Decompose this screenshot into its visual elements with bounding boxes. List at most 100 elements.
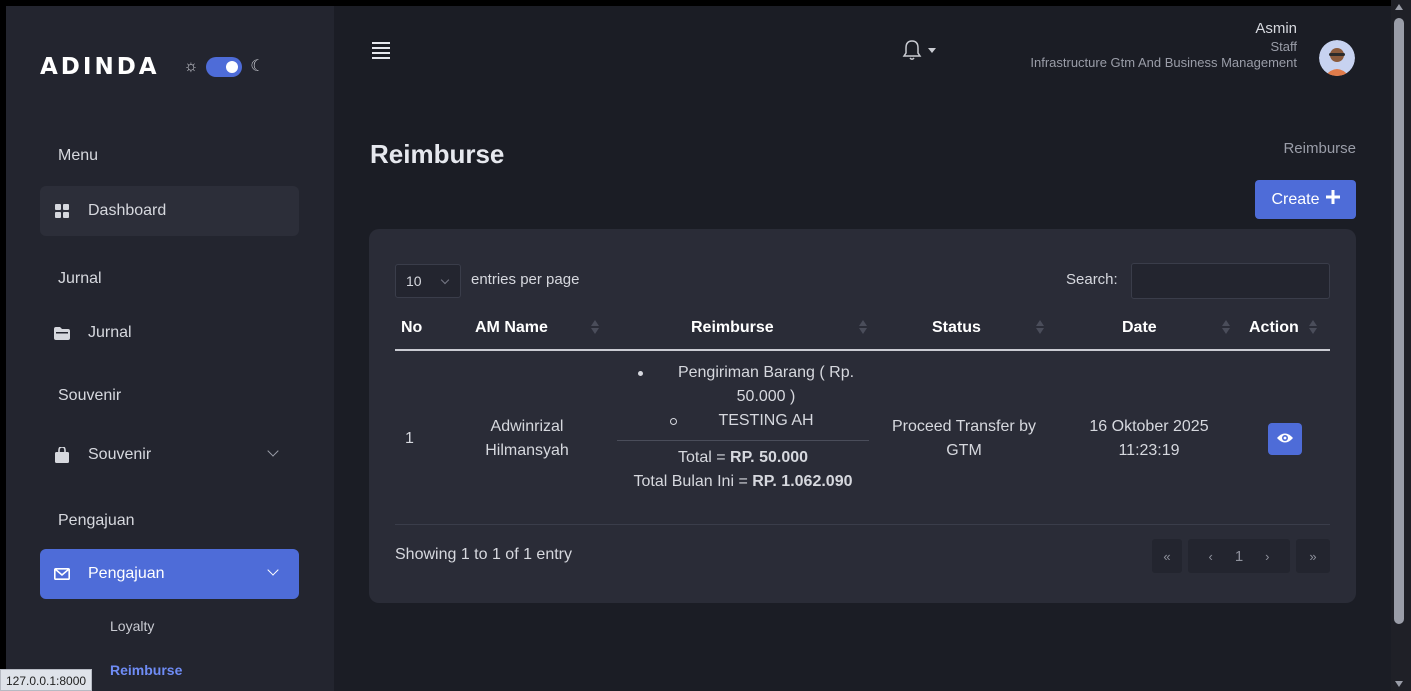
url-status-bar: 127.0.0.1:8000: [0, 669, 93, 691]
column-header-date[interactable]: Date: [1122, 319, 1157, 337]
bag-icon: [54, 447, 70, 463]
hamburger-icon[interactable]: [372, 42, 390, 62]
search-label: Search:: [1066, 271, 1118, 288]
table-bottom-divider: [395, 524, 1330, 525]
entries-value: 10: [406, 273, 422, 289]
scrollbar-thumb[interactable]: [1394, 18, 1404, 624]
sort-icon[interactable]: [1222, 319, 1230, 337]
column-header-reimburse[interactable]: Reimburse: [691, 319, 774, 337]
table-card: 10 entries per page Search: No AM Name R…: [369, 229, 1356, 603]
status-line: Proceed Transfer by: [891, 418, 1037, 435]
reimburse-month-total: Total Bulan Ini = RP. 1.062.090: [617, 470, 869, 494]
sidebar-item-label: Souvenir: [88, 446, 152, 463]
pagination-current[interactable]: 1: [1235, 548, 1243, 565]
chevron-down-icon: [440, 275, 450, 285]
sort-icon[interactable]: [1309, 319, 1317, 337]
reimburse-divider: [617, 440, 869, 441]
sort-icon[interactable]: [859, 319, 867, 337]
scroll-up-icon[interactable]: [1395, 4, 1403, 10]
moon-icon: ☾: [250, 58, 265, 75]
sun-icon: ☼: [183, 58, 199, 75]
entries-label: entries per page: [471, 271, 580, 288]
pagination-last[interactable]: »: [1296, 539, 1330, 573]
toggle-knob: [226, 61, 239, 73]
folder-icon: [54, 325, 70, 341]
envelope-icon: [54, 566, 70, 582]
cell-status: Proceed Transfer by GTM: [874, 415, 1054, 463]
reimburse-item-line: 50.000 ): [736, 388, 796, 405]
chevron-down-icon: [267, 445, 279, 457]
column-header-action[interactable]: Action: [1249, 319, 1299, 337]
pagination-group: ‹ 1 ›: [1188, 539, 1290, 573]
total-label: Total =: [677, 449, 731, 466]
reimburse-total: Total = RP. 50.000: [617, 446, 869, 470]
column-header-am-name[interactable]: AM Name: [475, 319, 548, 337]
sidebar: ADINDA ☼ ☾ Menu Dashboard Jurnal Jurnal …: [6, 6, 334, 691]
app-frame: ADINDA ☼ ☾ Menu Dashboard Jurnal Jurnal …: [6, 6, 1391, 691]
scroll-down-icon[interactable]: [1395, 681, 1403, 687]
header-divider: [395, 349, 1330, 351]
reimburse-item: Pengiriman Barang ( Rp. 50.000 ): [617, 361, 869, 409]
sort-icon[interactable]: [1036, 319, 1044, 337]
notification-menu[interactable]: [902, 39, 936, 66]
scrollbar[interactable]: [1391, 0, 1411, 691]
user-department: Infrastructure Gtm And Business Manageme…: [1030, 55, 1297, 70]
cell-am-name: Adwinrizal Hilmansyah: [457, 415, 597, 463]
create-button[interactable]: Create: [1255, 180, 1356, 219]
sort-icon[interactable]: [591, 319, 599, 337]
column-header-no[interactable]: No: [401, 319, 422, 337]
reimburse-subitem: TESTING AH: [617, 409, 869, 433]
sidebar-subitem-reimburse[interactable]: Reimburse: [110, 662, 182, 678]
user-info[interactable]: Asmin Staff Infrastructure Gtm And Busin…: [1030, 20, 1297, 71]
bell-icon: [902, 39, 922, 66]
sidebar-item-label: Pengajuan: [88, 565, 165, 582]
theme-toggle[interactable]: [206, 57, 243, 77]
time-line: 11:23:19: [1118, 442, 1180, 459]
month-total-label: Total Bulan Ini =: [633, 473, 753, 490]
sidebar-item-jurnal[interactable]: Jurnal: [40, 308, 299, 358]
pagination-prev[interactable]: ‹: [1208, 549, 1212, 564]
sidebar-section-souvenir: Souvenir: [58, 387, 122, 404]
month-total-value: RP. 1.062.090: [752, 473, 853, 490]
page-title: Reimburse: [370, 139, 505, 169]
sidebar-section-menu: Menu: [58, 147, 99, 164]
entries-select[interactable]: 10: [395, 264, 461, 298]
grid-icon: [54, 203, 70, 219]
sidebar-item-pengajuan[interactable]: Pengajuan: [40, 549, 299, 599]
logo-row: ADINDA ☼ ☾: [40, 52, 265, 82]
column-header-status[interactable]: Status: [932, 319, 981, 337]
create-label: Create: [1271, 190, 1320, 208]
sidebar-subitem-loyalty[interactable]: Loyalty: [110, 618, 154, 634]
cell-no: 1: [405, 430, 414, 447]
sidebar-section-pengajuan: Pengajuan: [58, 512, 135, 529]
status-line: GTM: [946, 442, 982, 459]
search-input[interactable]: [1131, 263, 1330, 299]
total-value: RP. 50.000: [730, 449, 809, 466]
topbar: Asmin Staff Infrastructure Gtm And Busin…: [334, 6, 1391, 106]
reimburse-item-line: Pengiriman Barang ( Rp.: [677, 364, 855, 381]
theme-switch[interactable]: ☼ ☾: [184, 57, 265, 77]
breadcrumb[interactable]: Reimburse: [1283, 140, 1356, 157]
pagination-first[interactable]: «: [1152, 539, 1182, 573]
logo: ADINDA: [40, 54, 160, 80]
cell-date: 16 Oktober 2025 11:23:19: [1069, 415, 1229, 463]
am-name-line: Hilmansyah: [485, 442, 569, 459]
chevron-down-icon: [267, 564, 279, 576]
sidebar-section-jurnal: Jurnal: [58, 270, 102, 287]
table-info: Showing 1 to 1 of 1 entry: [395, 546, 572, 563]
caret-down-icon: [928, 48, 936, 53]
sidebar-item-dashboard[interactable]: Dashboard: [40, 186, 299, 236]
eye-icon: [1277, 432, 1293, 447]
user-name: Asmin: [1255, 20, 1297, 37]
view-button[interactable]: [1268, 423, 1302, 455]
sidebar-item-souvenir[interactable]: Souvenir: [40, 430, 299, 480]
avatar[interactable]: [1319, 40, 1355, 76]
sidebar-item-label: Jurnal: [88, 324, 132, 341]
cell-reimburse: Pengiriman Barang ( Rp. 50.000 ) TESTING…: [617, 361, 869, 494]
am-name-line: Adwinrizal: [490, 418, 564, 435]
user-role: Staff: [1270, 38, 1297, 54]
plus-icon: [1325, 190, 1340, 209]
pagination-next[interactable]: ›: [1265, 549, 1269, 564]
date-line: 16 Oktober 2025: [1089, 418, 1209, 435]
sidebar-item-label: Dashboard: [88, 202, 167, 219]
